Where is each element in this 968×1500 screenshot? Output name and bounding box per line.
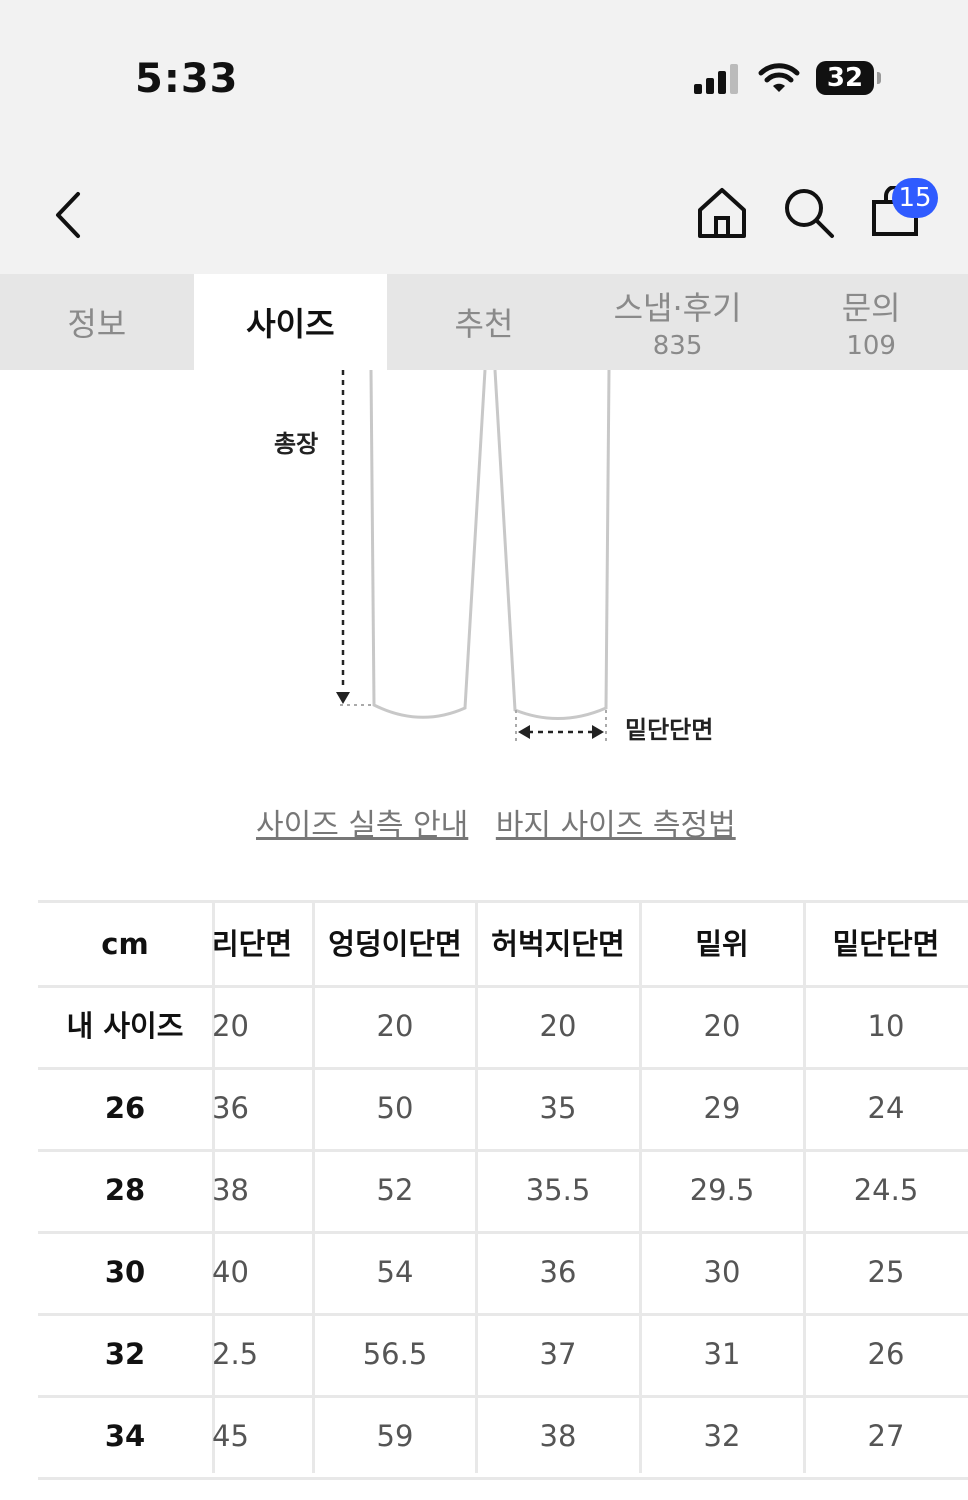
table-cell: 40	[212, 1255, 249, 1289]
battery-level: 32	[826, 63, 864, 93]
row-label: 34	[104, 1419, 146, 1453]
table-cell: 24	[867, 1091, 905, 1125]
table-cell: 36	[539, 1255, 577, 1289]
table-row: 28 38 52 35.5 29.5 24.5	[38, 1149, 968, 1234]
unit-header: cm	[101, 927, 149, 961]
table-cell: 38	[539, 1419, 577, 1453]
table-cell: 31	[703, 1337, 741, 1371]
tab-label: 정보	[67, 305, 127, 343]
table-cell: 32	[703, 1419, 741, 1453]
table-cell: 29.5	[689, 1173, 755, 1207]
size-guide-link[interactable]: 사이즈 실측 안내	[256, 808, 468, 843]
cart-count-badge: 15	[892, 178, 938, 218]
table-cell: 20	[703, 1009, 741, 1043]
column-header: 밑단단면	[832, 927, 940, 961]
table-cell: 36	[212, 1091, 249, 1125]
tab-size[interactable]: 사이즈	[193, 274, 388, 370]
table-cell: 20	[539, 1009, 577, 1043]
home-icon[interactable]	[696, 186, 748, 238]
table-row: 34 45 59 38 32 27	[38, 1395, 968, 1480]
table-cell: 35	[539, 1091, 577, 1125]
table-row: 26 36 50 35 29 24	[38, 1067, 968, 1152]
table-cell: 52	[376, 1173, 414, 1207]
table-cell: 35.5	[525, 1173, 591, 1207]
tab-snap-review[interactable]: 스냅·후기 835	[581, 274, 775, 370]
row-label: 내 사이즈	[66, 1009, 184, 1043]
battery-icon: 32	[816, 61, 881, 95]
table-cell: 37	[539, 1337, 577, 1371]
table-cell: 45	[212, 1419, 249, 1453]
table-cell: 29	[703, 1091, 741, 1125]
table-cell: 26	[867, 1337, 905, 1371]
table-cell: 2.5	[212, 1337, 259, 1371]
tab-label: 추천	[454, 305, 514, 343]
tab-label: 사이즈	[246, 305, 335, 343]
pants-measure-link[interactable]: 바지 사이즈 측정법	[496, 808, 736, 843]
total-length-label: 총장	[274, 430, 319, 458]
column-header: 엉덩이단면	[328, 927, 462, 961]
table-cell: 10	[867, 1009, 905, 1043]
table-cell: 56.5	[362, 1337, 428, 1371]
table-row: 내 사이즈 20 20 20 20 10	[38, 985, 968, 1070]
tab-label: 스냅·후기	[613, 289, 742, 327]
table-header-row: cm 리단면 엉덩이단면 허벅지단면 밑위 밑단단면	[38, 900, 968, 988]
table-row: 30 40 54 36 30 25	[38, 1231, 968, 1316]
tab-label: 문의	[841, 289, 901, 327]
status-time: 5:33	[135, 56, 239, 102]
table-cell: 24.5	[853, 1173, 919, 1207]
table-cell: 54	[376, 1255, 414, 1289]
table-cell: 30	[703, 1255, 741, 1289]
table-cell: 38	[212, 1173, 249, 1207]
tab-count: 109	[846, 331, 896, 361]
wifi-icon	[758, 63, 800, 92]
status-bar: 5:33 32	[0, 0, 968, 150]
table-cell: 59	[376, 1419, 414, 1453]
size-guide-links: 사이즈 실측 안내 바지 사이즈 측정법	[256, 800, 754, 844]
table-cell: 50	[376, 1091, 414, 1125]
tab-recommend[interactable]: 추천	[387, 274, 581, 370]
row-label: 32	[104, 1337, 146, 1371]
table-cell: 20	[212, 1009, 249, 1043]
tab-count: 835	[652, 331, 703, 361]
tab-info[interactable]: 정보	[0, 274, 194, 370]
back-chevron-icon[interactable]	[50, 190, 86, 240]
row-label: 28	[104, 1173, 146, 1207]
table-cell: 25	[867, 1255, 905, 1289]
table-row: 32 2.5 56.5 37 31 26	[38, 1313, 968, 1398]
tab-bar: 정보 사이즈 추천 스냅·후기 835 문의 109	[0, 274, 968, 370]
table-cell: 27	[867, 1419, 905, 1453]
column-header: 허벅지단면	[491, 927, 625, 961]
column-header: 리단면	[212, 927, 293, 961]
column-header: 밑위	[695, 927, 749, 961]
hem-width-label: 밑단단면	[625, 716, 714, 744]
signal-icon	[694, 64, 738, 94]
tab-inquiry[interactable]: 문의 109	[774, 274, 968, 370]
table-cell: 20	[376, 1009, 414, 1043]
pants-measurement-diagram	[336, 370, 611, 742]
row-label: 26	[104, 1091, 146, 1125]
row-label: 30	[104, 1255, 146, 1289]
search-icon[interactable]	[782, 186, 836, 240]
